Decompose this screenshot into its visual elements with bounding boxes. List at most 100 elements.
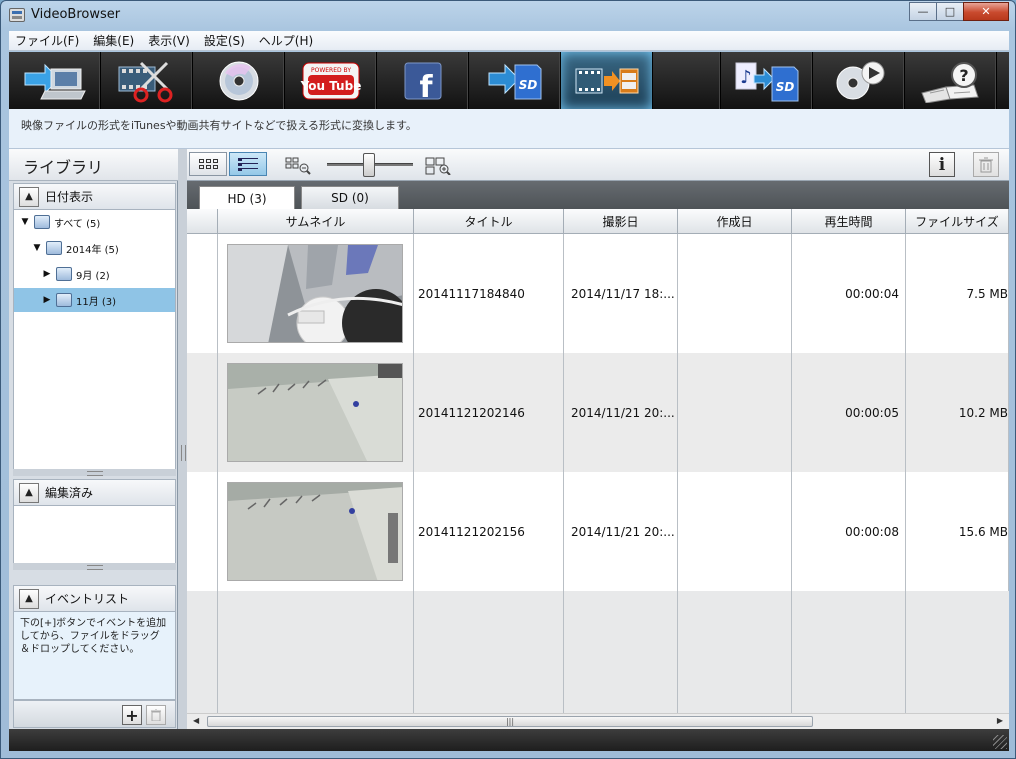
- menu-help[interactable]: ヘルプ(H): [259, 32, 313, 49]
- video-thumbnail[interactable]: [227, 482, 403, 581]
- arrow-to-laptop-icon: [24, 63, 86, 99]
- view-toolbar: i: [187, 149, 1009, 181]
- facebook-icon: f: [404, 62, 441, 103]
- table-row[interactable]: 20141121202156 2014/11/21 20:... 00:00:0…: [187, 472, 1009, 591]
- cell-title: 20141117184840: [414, 234, 564, 353]
- menu-view[interactable]: 表示(V): [148, 32, 190, 49]
- video-thumbnail[interactable]: [227, 244, 403, 343]
- laptop-icon: [34, 215, 50, 229]
- expanded-arrow-icon[interactable]: ▼: [32, 243, 42, 253]
- cell-created: [678, 472, 792, 591]
- minimize-button[interactable]: —: [909, 2, 937, 21]
- add-event-button[interactable]: +: [122, 705, 142, 725]
- column-header-shot-date[interactable]: 撮影日: [564, 209, 678, 234]
- grid-view-icon: [198, 159, 218, 169]
- collapse-icon[interactable]: ▲: [19, 588, 39, 609]
- tree-label: 2014年 (5): [66, 244, 119, 256]
- cell-size: 10.2 MB: [906, 353, 1009, 472]
- collapsed-arrow-icon[interactable]: ▶: [42, 269, 52, 279]
- column-header-title[interactable]: タイトル: [414, 209, 564, 234]
- disc-create-button[interactable]: [193, 52, 285, 109]
- scroll-left-arrow-icon[interactable]: ◀: [193, 716, 199, 725]
- youtube-text: You Tube: [299, 79, 361, 93]
- youtube-upload-button[interactable]: POWERED BY You Tube: [285, 52, 377, 109]
- collapse-icon[interactable]: ▲: [19, 186, 39, 207]
- status-bar: [9, 729, 1009, 751]
- thumbnail-view-button[interactable]: [189, 152, 227, 176]
- edited-header[interactable]: ▲ 編集済み: [13, 479, 176, 506]
- cell-shot-date: 2014/11/21 20:...: [564, 353, 678, 472]
- title-bar[interactable]: VideoBrowser — □ ✕: [1, 1, 1015, 30]
- column-header-duration[interactable]: 再生時間: [792, 209, 906, 234]
- expanded-arrow-icon[interactable]: ▼: [20, 217, 30, 227]
- toolbar-spacer: [653, 52, 721, 109]
- tree-item-2014[interactable]: ▼ 2014年 (5): [14, 236, 175, 260]
- facebook-upload-button[interactable]: f: [377, 52, 469, 109]
- help-book-icon: ?: [920, 61, 979, 103]
- collapsed-arrow-icon[interactable]: ▶: [42, 295, 52, 305]
- tree-label: すべて (5): [54, 218, 101, 230]
- cell-title: 20141121202146: [414, 353, 564, 472]
- disc-play-button[interactable]: [813, 52, 905, 109]
- zoom-in-icon[interactable]: [425, 157, 451, 175]
- tree-item-all[interactable]: ▼ すべて (5): [14, 210, 175, 234]
- zoom-slider-thumb[interactable]: [363, 153, 375, 177]
- table-row[interactable]: 20141117184840 2014/11/17 18:... 00:00:0…: [187, 234, 1009, 353]
- zoom-out-icon[interactable]: [285, 157, 311, 175]
- svg-text:♪: ♪: [740, 67, 752, 88]
- tree-item-sep[interactable]: ▶ 9月 (2): [14, 262, 175, 286]
- cell-created: [678, 234, 792, 353]
- column-header-thumbnail[interactable]: サムネイル: [218, 209, 414, 234]
- scrollbar-thumb[interactable]: |||: [207, 716, 813, 727]
- list-view-icon: [238, 157, 258, 171]
- trash-icon: [979, 157, 993, 172]
- horizontal-scrollbar[interactable]: ◀ ||| ▶: [187, 713, 1009, 729]
- maximize-button[interactable]: □: [936, 2, 964, 21]
- tab-sd[interactable]: SD (0): [301, 186, 399, 209]
- app-window: VideoBrowser — □ ✕ ファイル(F) 編集(E) 表示(V) 設…: [0, 0, 1016, 759]
- cell-title: 20141121202156: [414, 472, 564, 591]
- grid-line: [563, 234, 564, 713]
- menu-edit[interactable]: 編集(E): [93, 32, 134, 49]
- tab-hd[interactable]: HD (3): [199, 186, 295, 210]
- video-thumbnail[interactable]: [227, 363, 403, 462]
- collapse-icon[interactable]: ▲: [19, 482, 39, 503]
- event-list-header[interactable]: ▲ イベントリスト: [13, 585, 176, 612]
- section-splitter[interactable]: [13, 563, 176, 570]
- edit-button[interactable]: [101, 52, 193, 109]
- film-scissors-icon: [118, 61, 172, 102]
- column-header-created[interactable]: 作成日: [678, 209, 792, 234]
- help-button[interactable]: ?: [905, 52, 997, 109]
- event-tools: +: [13, 700, 176, 728]
- tree-label: 9月 (2): [76, 270, 110, 282]
- menu-file[interactable]: ファイル(F): [15, 32, 79, 49]
- import-to-pc-button[interactable]: [9, 52, 101, 109]
- grid-line: [217, 234, 218, 713]
- library-panel: ライブラリ ▲ 日付表示 ▼ すべて (5) ▼ 2014年 (5) ▶ 9月 …: [9, 149, 178, 729]
- close-button[interactable]: ✕: [963, 2, 1009, 21]
- scroll-right-arrow-icon[interactable]: ▶: [997, 716, 1003, 725]
- date-view-header[interactable]: ▲ 日付表示: [13, 183, 176, 210]
- copy-to-sd-button[interactable]: SD: [469, 52, 561, 109]
- help-question-mark: ?: [959, 66, 968, 85]
- list-view-button[interactable]: [229, 152, 267, 176]
- film-convert-icon: [575, 68, 638, 93]
- delete-event-button[interactable]: [146, 705, 166, 725]
- cell-duration: 00:00:04: [792, 234, 906, 353]
- tree-item-nov[interactable]: ▶ 11月 (3): [14, 288, 175, 312]
- music-to-sd-button[interactable]: ♪ SD: [721, 52, 813, 109]
- column-header-size[interactable]: ファイルサイズ: [906, 209, 1009, 234]
- info-button[interactable]: i: [929, 152, 955, 177]
- event-list-hint: 下の[+]ボタンでイベントを追加してから、ファイルをドラッグ＆ドロップしてくださ…: [13, 612, 176, 700]
- menu-settings[interactable]: 設定(S): [204, 32, 245, 49]
- music-to-sd-icon: ♪ SD: [735, 62, 798, 101]
- grid-line: [905, 234, 906, 713]
- section-splitter[interactable]: [13, 469, 176, 476]
- table-row[interactable]: 20141121202146 2014/11/21 20:... 00:00:0…: [187, 353, 1009, 472]
- resize-grip-icon[interactable]: [993, 735, 1007, 749]
- delete-button[interactable]: [973, 152, 999, 177]
- panel-splitter[interactable]: [178, 149, 187, 729]
- media-tabs: HD (3) SD (0): [187, 181, 1009, 210]
- column-header-select[interactable]: [187, 209, 218, 234]
- convert-format-button[interactable]: [561, 52, 653, 109]
